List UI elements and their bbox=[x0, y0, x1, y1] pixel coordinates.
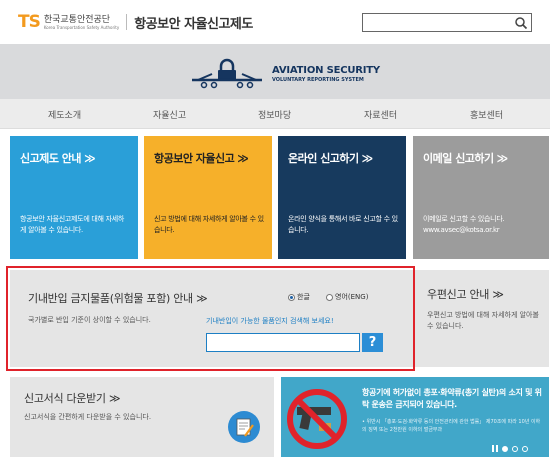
forms-title-text: 신고서식 다운받기 bbox=[24, 392, 106, 405]
airplane-lock-icon bbox=[192, 58, 262, 89]
org-block: 한국교통안전공단 Korea Transportation Safety Aut… bbox=[44, 15, 119, 30]
tile-desc: 온라인 양식을 통해서 바로 신고할 수 있습니다. bbox=[288, 215, 398, 234]
tile-title: 온라인 신고하기 bbox=[288, 152, 359, 165]
main-nav: 제도소개 자율신고 정보마당 자료센터 홍보센터 bbox=[0, 99, 550, 129]
slider-dot-active[interactable] bbox=[502, 445, 508, 452]
nav-item-resources[interactable]: 자료센터 bbox=[364, 108, 397, 121]
search-submit-button[interactable]: ? bbox=[362, 333, 383, 352]
double-chevron-icon: ≫ bbox=[108, 392, 121, 405]
prohibited-title-text: 기내반입 금지물품(위험물 포함) 안내 bbox=[28, 292, 193, 305]
banner-line2: VOLUNTARY REPORTING SYSTEM bbox=[272, 76, 364, 83]
nav-item-report[interactable]: 자율신고 bbox=[153, 108, 186, 121]
prohibited-title[interactable]: 기내반입 금지물품(위험물 포함) 안내 ≫ bbox=[28, 290, 208, 306]
tile-email-report[interactable]: 이메일 신고하기 ≫ 이메일로 신고할 수 있습니다. www.avsec@kot… bbox=[413, 136, 549, 259]
forms-title[interactable]: 신고서식 다운받기 ≫ bbox=[24, 390, 120, 406]
tile-title-wrap: 신고제도 안내 ≫ bbox=[20, 150, 128, 166]
header: TS 한국교통안전공단 Korea Transportation Safety … bbox=[0, 0, 550, 44]
tile-title: 항공보안 자율신고 bbox=[154, 152, 235, 165]
tile-title: 이메일 신고하기 bbox=[423, 152, 494, 165]
tile-title-wrap: 항공보안 자율신고 ≫ bbox=[154, 150, 262, 166]
tile-voluntary-report[interactable]: 항공보안 자율신고 ≫ 신고 방법에 대해 자세하게 알아볼 수 있습니다. bbox=[144, 136, 272, 259]
postal-desc: 우편신고 방법에 대해 자세하게 알아볼 수 있습니다. bbox=[427, 311, 539, 330]
radio-korean[interactable]: 한글 bbox=[288, 292, 310, 302]
tile-desc: 신고 방법에 대해 자세하게 알아볼 수 있습니다. bbox=[154, 215, 264, 234]
tile-online-report[interactable]: 온라인 신고하기 ≫ 온라인 양식을 통해서 바로 신고할 수 있습니다. bbox=[278, 136, 406, 259]
org-sub: Korea Transportation Safety Authority bbox=[43, 24, 120, 30]
postal-title[interactable]: 우편신고 안내 ≫ bbox=[427, 286, 504, 302]
org-name: 한국교통안전공단 bbox=[43, 14, 111, 25]
radio-label: 한글 bbox=[297, 293, 310, 301]
tile-title-wrap: 이메일 신고하기 ≫ bbox=[423, 150, 539, 166]
double-chevron-icon: ≫ bbox=[84, 152, 96, 165]
tile-desc: 이메일로 신고할 수 있습니다. www.avsec@kotsa.or.kr bbox=[423, 215, 505, 234]
document-pen-svg bbox=[236, 418, 254, 437]
search-input[interactable] bbox=[362, 13, 532, 32]
banner-text: AVIATION SECURITY VOLUNTARY REPORTING SY… bbox=[272, 65, 380, 84]
banner-line1: AVIATION SECURITY bbox=[272, 64, 380, 76]
logo-ts: TS bbox=[18, 12, 41, 32]
pause-icon[interactable] bbox=[492, 445, 498, 452]
double-chevron-icon: ≫ bbox=[196, 292, 208, 305]
slider-controls bbox=[492, 445, 528, 452]
avsec-logo[interactable]: AVIATION SECURITY VOLUNTARY REPORTING SY… bbox=[190, 56, 380, 92]
tile-title-wrap: 온라인 신고하기 ≫ bbox=[288, 150, 396, 166]
divider bbox=[126, 14, 128, 30]
nav-item-pr[interactable]: 홍보센터 bbox=[470, 108, 503, 121]
radio-dot bbox=[326, 293, 333, 301]
tile-desc: 항공보안 자율신고제도에 대해 자세하게 알아볼 수 있습니다. bbox=[20, 215, 125, 234]
no-firearms-icon bbox=[287, 389, 347, 449]
double-chevron-icon: ≫ bbox=[237, 152, 249, 165]
radio-label: 영어(ENG) bbox=[335, 293, 369, 301]
site-title: 항공보안 자율신고제도 bbox=[134, 16, 253, 32]
notice-desc: • 위반시 「총포·도검·화약류 등의 안전관리에 관한 법률」 제70조에 따… bbox=[362, 419, 541, 433]
slider-dot[interactable] bbox=[512, 445, 518, 452]
forms-desc: 신고서식을 간편하게 다운받을 수 있습니다. bbox=[24, 413, 152, 421]
banner: AVIATION SECURITY VOLUNTARY REPORTING SY… bbox=[0, 44, 550, 99]
double-chevron-icon: ≫ bbox=[492, 288, 504, 301]
tile-report-system[interactable]: 신고제도 안내 ≫ 항공보안 자율신고제도에 대해 자세하게 알아볼 수 있습니다… bbox=[10, 136, 138, 259]
double-chevron-icon: ≫ bbox=[496, 152, 509, 165]
document-pen-icon bbox=[228, 411, 260, 443]
notice-title: 항공기에 허가없이 총포·화약류(총기 실탄)의 소지 및 위탁 운송은 금지되… bbox=[362, 388, 542, 409]
logo[interactable]: TS 한국교통안전공단 Korea Transportation Safety … bbox=[18, 12, 253, 32]
slider-dot[interactable] bbox=[522, 445, 528, 452]
search-hint-link[interactable]: 기내반입이 가능한 물품인지 검색해 보세요! bbox=[206, 316, 334, 326]
tile-title: 신고제도 안내 bbox=[20, 152, 82, 165]
radio-dot-checked bbox=[288, 293, 295, 301]
nav-item-info[interactable]: 정보마당 bbox=[258, 108, 291, 121]
postal-title-text: 우편신고 안내 bbox=[427, 288, 490, 301]
prohibited-desc: 국가별로 반입 기준이 상이할 수 있습니다. bbox=[28, 316, 151, 324]
search-icon[interactable] bbox=[514, 16, 528, 30]
radio-english[interactable]: 영어(ENG) bbox=[326, 292, 368, 302]
item-search-input[interactable] bbox=[206, 333, 360, 352]
double-chevron-icon: ≫ bbox=[361, 152, 374, 165]
nav-item-intro[interactable]: 제도소개 bbox=[48, 108, 81, 121]
